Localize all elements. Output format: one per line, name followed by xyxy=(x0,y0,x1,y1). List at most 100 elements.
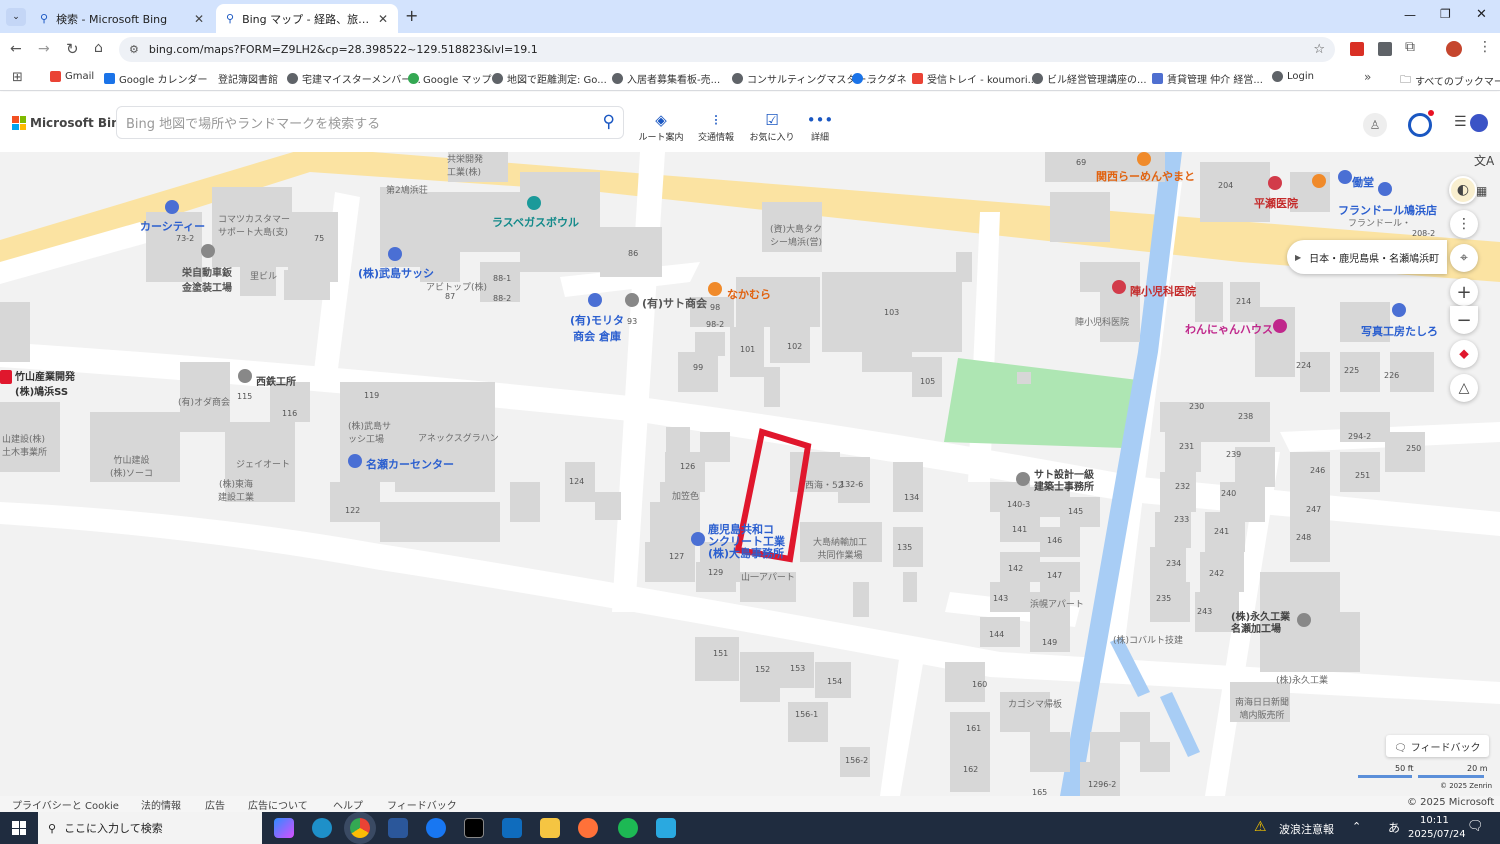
tilt-button[interactable]: △ xyxy=(1450,374,1478,402)
pdf-extension-icon[interactable] xyxy=(1350,42,1364,56)
poi-label[interactable]: (有)モリタ 商会 倉庫 xyxy=(570,312,624,344)
outlook-icon[interactable] xyxy=(502,818,522,838)
extension-icon[interactable] xyxy=(1378,42,1392,56)
shop-pin-icon[interactable] xyxy=(1378,182,1392,196)
car-pin-icon[interactable] xyxy=(165,200,179,214)
bookmark-google-maps[interactable]: Google マップ xyxy=(408,71,491,86)
forward-icon[interactable]: → xyxy=(38,41,50,57)
restaurant-pin-icon[interactable] xyxy=(1312,174,1326,188)
map-style-button[interactable]: ◐ xyxy=(1449,176,1477,204)
map-search-input[interactable]: Bing 地図で場所やランドマークを検索する ⚲ xyxy=(116,106,624,139)
shop-pin-icon[interactable] xyxy=(1338,170,1352,184)
poi-label[interactable]: 陣小児科医院 xyxy=(1130,283,1196,299)
edge-icon[interactable] xyxy=(312,818,332,838)
rewards-icon[interactable] xyxy=(1408,113,1432,137)
close-tab-icon[interactable]: ✕ xyxy=(194,12,204,26)
facebook-icon[interactable] xyxy=(426,818,446,838)
close-window-icon[interactable]: ✕ xyxy=(1476,7,1487,22)
chrome-icon[interactable] xyxy=(350,818,370,838)
feedback-button[interactable]: 🗨 フィードバック xyxy=(1386,735,1489,757)
file-explorer-icon[interactable] xyxy=(540,818,560,838)
zoom-in-button[interactable]: + xyxy=(1450,278,1478,306)
bookmark-star-icon[interactable]: ☆ xyxy=(1313,42,1325,57)
workshop-pin-icon[interactable] xyxy=(238,369,252,383)
poi-label[interactable]: (株)永久工業 名瀬加工場 xyxy=(1231,612,1290,636)
poi-label[interactable]: (株)武島サッシ xyxy=(358,265,434,281)
restaurant-pin-icon[interactable] xyxy=(1137,152,1151,166)
location-breadcrumb[interactable]: ▶ 日本・鹿児島県・名瀬鳩浜町 xyxy=(1287,240,1447,274)
traffic-button[interactable]: ⁝ 交通情報 xyxy=(688,110,744,143)
shop-pin-icon[interactable] xyxy=(1392,303,1406,317)
restaurant-pin-icon[interactable] xyxy=(708,282,722,296)
firefox-icon[interactable] xyxy=(578,818,598,838)
bookmark-inbox[interactable]: 受信トレイ - koumori... xyxy=(912,71,1037,86)
locate-me-button[interactable]: ⌖ xyxy=(1450,244,1478,272)
clock-time[interactable]: 10:11 xyxy=(1420,815,1449,826)
tray-chevron-icon[interactable]: ⌃ xyxy=(1352,820,1361,833)
directions-button[interactable]: ◈ ルート案内 xyxy=(633,110,689,143)
poi-label[interactable]: (有)サト商会 xyxy=(642,295,707,311)
qr-icon[interactable]: ▦ xyxy=(1476,184,1487,198)
minimize-icon[interactable]: — xyxy=(1404,8,1416,22)
bookmark-distance[interactable]: 地図で距離測定: Go... xyxy=(492,71,607,86)
map-canvas[interactable]: 関西らーめんやまと 平瀬医院 働堂 フランドール鳩浜店 フランドール・ カーシテ… xyxy=(0,152,1500,796)
bookmark-google-calendar[interactable]: Google カレンダー xyxy=(104,71,207,86)
footer-link[interactable]: フィードバック xyxy=(387,797,457,812)
company-pin-icon[interactable] xyxy=(388,247,402,261)
poi-label[interactable]: 西鉄工所 xyxy=(256,373,296,388)
profile-avatar[interactable] xyxy=(1446,41,1462,57)
hospital-pin-icon[interactable] xyxy=(1112,280,1126,294)
poi-label[interactable]: サト設計一級 建築士事務所 xyxy=(1034,470,1094,494)
address-bar[interactable]: ⚙ bing.com/maps?FORM=Z9LH2&cp=28.398522~… xyxy=(119,37,1335,62)
company-pin-icon[interactable] xyxy=(691,532,705,546)
notification-center-icon[interactable]: 🗨 xyxy=(1467,819,1484,834)
poi-label[interactable]: 関西らーめんやまと xyxy=(1096,168,1195,184)
back-icon[interactable]: ← xyxy=(10,41,22,57)
account-icon[interactable]: ♙ xyxy=(1363,113,1387,137)
footer-link[interactable]: プライバシーと Cookie xyxy=(12,797,119,812)
translate-icon[interactable]: 文A xyxy=(1474,152,1494,169)
copilot-icon[interactable] xyxy=(1468,112,1490,134)
workshop-pin-icon[interactable] xyxy=(201,244,215,258)
site-info-icon[interactable]: ⚙ xyxy=(129,43,139,56)
all-bookmarks[interactable]: 🗀すべてのブックマーク xyxy=(1400,71,1500,90)
new-tab-button[interactable]: + xyxy=(405,6,418,25)
company-pin-icon[interactable] xyxy=(625,293,639,307)
gas-station-pin-icon[interactable] xyxy=(0,370,12,384)
windows-start-icon[interactable] xyxy=(12,821,26,835)
company-pin-icon[interactable] xyxy=(588,293,602,307)
menu-kebab-icon[interactable]: ⋮ xyxy=(1478,39,1492,55)
more-bookmarks-icon[interactable]: » xyxy=(1364,70,1371,84)
tab-list-button[interactable]: ⌄ xyxy=(6,8,26,26)
extensions-puzzle-icon[interactable]: ⧉ xyxy=(1405,39,1415,55)
weather-alert[interactable]: 波浪注意報 xyxy=(1279,821,1334,837)
office-pin-icon[interactable] xyxy=(1016,472,1030,486)
search-icon[interactable]: ⚲ xyxy=(603,112,615,132)
taskbar-search-box[interactable]: ⚲ ここに入力して検索 xyxy=(38,812,262,844)
bookmark-chintai[interactable]: 賃貸管理 仲介 経営... xyxy=(1152,71,1263,86)
poi-label[interactable]: 名瀬カーセンター xyxy=(366,456,454,472)
word-icon[interactable] xyxy=(388,818,408,838)
reload-icon[interactable]: ↻ xyxy=(66,40,79,58)
footer-link[interactable]: ヘルプ xyxy=(333,797,363,812)
poi-label[interactable]: ラスベガスボウル xyxy=(492,214,579,230)
more-button[interactable]: ••• 詳細 xyxy=(792,110,848,143)
restore-icon[interactable]: ❐ xyxy=(1440,7,1451,21)
hospital-pin-icon[interactable] xyxy=(1268,176,1282,190)
bookmark-touki[interactable]: 登記簿図書館 xyxy=(218,71,278,86)
poi-label[interactable]: なかむら xyxy=(727,286,771,302)
clock-date[interactable]: 2025/07/24 xyxy=(1408,829,1466,840)
footer-link[interactable]: 法的情報 xyxy=(141,797,181,812)
compass-button[interactable]: ⬥ xyxy=(1450,340,1478,368)
hamburger-menu-icon[interactable]: ☰ xyxy=(1454,114,1467,130)
poi-label[interactable]: 働堂 xyxy=(1352,174,1374,190)
poi-label[interactable]: わんにゃんハウス xyxy=(1185,321,1273,337)
ime-indicator[interactable]: あ xyxy=(1388,819,1400,836)
pet-pin-icon[interactable] xyxy=(1273,319,1287,333)
tab-bing-maps[interactable]: ⚲ Bing マップ - 経路、旅行の計画、 ✕ xyxy=(216,4,398,33)
home-icon[interactable]: ⌂ xyxy=(94,40,103,56)
bing-logo[interactable]: Microsoft Bing xyxy=(30,116,128,130)
factory-pin-icon[interactable] xyxy=(1297,613,1311,627)
bookmark-takken[interactable]: 宅建マイスターメンバー... xyxy=(287,71,421,86)
x-app-icon[interactable] xyxy=(464,818,484,838)
